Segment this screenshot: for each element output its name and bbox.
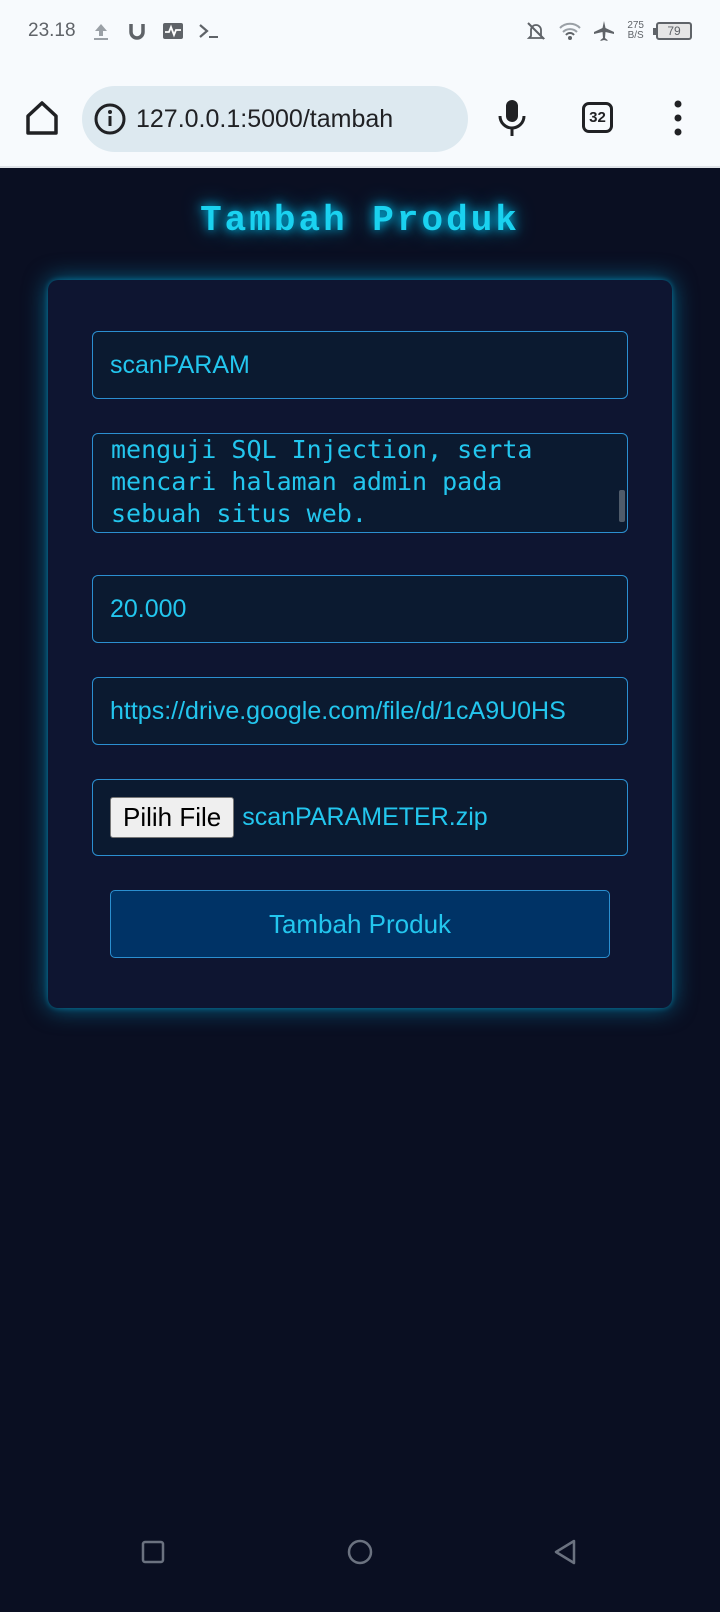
mute-icon xyxy=(527,22,546,40)
info-icon[interactable] xyxy=(92,101,128,137)
description-text: menguji SQL Injection, serta mencari hal… xyxy=(111,434,601,530)
product-name-input[interactable]: scanPARAM xyxy=(92,331,628,399)
textarea-scrollbar[interactable] xyxy=(619,490,625,522)
terminal-icon xyxy=(198,24,218,38)
recent-apps-icon[interactable] xyxy=(133,1532,173,1572)
mic-icon[interactable] xyxy=(496,98,528,138)
upload-icon xyxy=(93,24,108,40)
product-link-input[interactable]: https://drive.google.com/file/d/1cA9U0HS xyxy=(92,677,628,745)
menu-icon[interactable] xyxy=(670,98,686,138)
choose-file-button[interactable]: Pilih File xyxy=(110,797,235,838)
home-icon[interactable] xyxy=(22,98,62,138)
submit-button[interactable]: Tambah Produk xyxy=(110,890,610,958)
description-line: mencari halaman admin pada xyxy=(111,467,503,496)
battery-indicator: 79 xyxy=(653,22,692,40)
activity-icon xyxy=(162,23,183,39)
airplane-icon xyxy=(594,21,615,41)
home-circle-icon[interactable] xyxy=(340,1532,380,1572)
wifi-icon xyxy=(559,22,582,40)
selected-file-name: scanPARAMETER.zip xyxy=(242,803,488,831)
page-title: Tambah Produk xyxy=(200,200,520,241)
description-line: menguji SQL Injection, serta xyxy=(111,435,533,464)
magnet-icon xyxy=(128,24,145,40)
description-line: sebuah situs web. xyxy=(111,499,367,528)
address-bar[interactable]: 127.0.0.1:5000/tambah xyxy=(82,86,468,152)
product-description-textarea[interactable]: menguji SQL Injection, serta mencari hal… xyxy=(92,433,628,533)
browser-toolbar: 127.0.0.1:5000/tambah 32 xyxy=(0,62,720,168)
network-speed: 275 B/S xyxy=(627,20,644,41)
status-time: 23.18 xyxy=(28,20,76,41)
status-bar: 23.18 275 B/S 79 xyxy=(0,0,720,62)
back-icon[interactable] xyxy=(546,1532,586,1572)
navigation-bar xyxy=(0,1520,720,1612)
product-price-input[interactable]: 20.000 xyxy=(92,575,628,643)
url-text[interactable]: 127.0.0.1:5000/tambah xyxy=(136,105,393,134)
tab-switcher-button[interactable]: 32 xyxy=(582,102,613,133)
file-upload-field[interactable]: Pilih File scanPARAMETER.zip xyxy=(92,779,628,856)
